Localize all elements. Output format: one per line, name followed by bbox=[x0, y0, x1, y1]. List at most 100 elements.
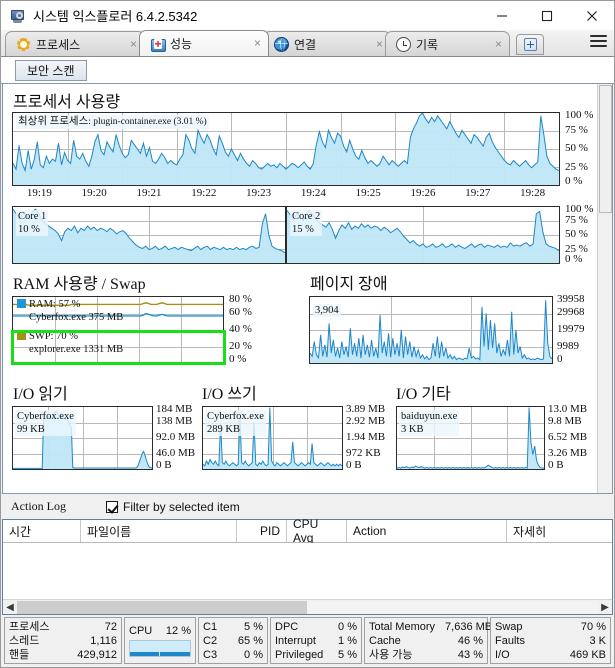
y-tick-label: 0 B bbox=[346, 459, 362, 471]
status-key: Total Memory bbox=[369, 620, 436, 633]
action-log-horizontal-scrollbar[interactable]: ◀ ▶ bbox=[3, 599, 612, 614]
y-tick-label: 13.0 MB bbox=[548, 403, 588, 415]
filter-checkbox[interactable] bbox=[106, 500, 118, 513]
x-tick-label: 19:28 bbox=[520, 187, 546, 199]
io-read-chart[interactable]: Cyberfox.exe 99 KB bbox=[12, 406, 153, 470]
column-header-time[interactable]: 시간 bbox=[3, 520, 81, 542]
io-write-process: Cyberfox.exe bbox=[207, 411, 264, 422]
x-tick-label: 19:20 bbox=[81, 187, 107, 199]
performance-content: 프로세서 사용량 최상위 프로세스: plugin-container.exe … bbox=[3, 84, 597, 493]
core-2-chart[interactable]: Core 2 15 % bbox=[286, 206, 560, 264]
status-value: 429,912 bbox=[77, 648, 117, 661]
io-write-chart[interactable]: Cyberfox.exe 289 KB bbox=[202, 406, 343, 470]
core-2-label: Core 2 bbox=[292, 211, 321, 222]
x-tick-label: 19:21 bbox=[136, 187, 162, 199]
status-value: 5 % bbox=[244, 620, 263, 633]
close-button[interactable] bbox=[569, 1, 614, 30]
minimize-button[interactable] bbox=[479, 1, 524, 30]
tab-history[interactable]: 기록 × bbox=[385, 31, 510, 56]
tab-close-icon[interactable]: × bbox=[254, 36, 261, 50]
status-value: 5 % bbox=[338, 648, 357, 661]
tab-label: 기록 bbox=[416, 37, 439, 52]
io-other-process: baiduyun.exe bbox=[401, 411, 458, 422]
core-1-note: Core 1 10 % bbox=[16, 210, 49, 237]
status-value: 0 % bbox=[338, 620, 357, 633]
status-value: 1 % bbox=[338, 634, 357, 647]
io-write-value: 289 KB bbox=[207, 424, 240, 436]
y-tick-label: 100 % bbox=[565, 109, 594, 121]
status-value: 7,636 MB bbox=[445, 620, 493, 633]
y-tick-label: 9.8 MB bbox=[548, 415, 582, 427]
io-other-chart[interactable]: baiduyun.exe 3 KB bbox=[396, 406, 545, 470]
core-1-chart[interactable]: Core 1 10 % bbox=[12, 206, 286, 264]
scroll-left-icon[interactable]: ◀ bbox=[3, 602, 17, 613]
status-group-processes: 프로세스 72 스레드 1,116 핸들 429,912 bbox=[4, 617, 122, 664]
hscroll-track[interactable] bbox=[17, 600, 598, 614]
status-group-swap-io: Swap 70 % Faults 3 K I/O 469 KB bbox=[490, 617, 611, 664]
ram-swap-chart[interactable]: RAM: 57 % Cyberfox.exe 375 MB SWP: 70 % … bbox=[12, 296, 224, 364]
status-value: 12 % bbox=[165, 625, 191, 637]
status-group-memory: Total Memory 7,636 MB Cache 46 % 사용 가능 43 % bbox=[364, 617, 492, 664]
tab-processes[interactable]: 프로세스 × bbox=[5, 31, 145, 56]
y-tick-label: 75 % bbox=[565, 123, 588, 136]
x-tick-label: 19:19 bbox=[26, 187, 52, 199]
status-row: CPU 12 % bbox=[129, 624, 191, 638]
status-group-cpu: CPU 12 % bbox=[124, 617, 196, 664]
y-tick-label: 3.89 MB bbox=[346, 403, 386, 415]
tab-performance[interactable]: 성능 × bbox=[139, 30, 269, 56]
column-header-filename[interactable]: 파일이름 bbox=[81, 520, 237, 542]
scrollbar-thumb[interactable] bbox=[599, 85, 612, 213]
y-tick-label: 75 % bbox=[565, 213, 588, 226]
scroll-right-icon[interactable]: ▶ bbox=[598, 602, 612, 613]
y-tick-label: 9989 bbox=[557, 340, 579, 352]
status-row: Total Memory 7,636 MB bbox=[369, 620, 492, 634]
column-header-action[interactable]: Action bbox=[347, 520, 507, 542]
status-key: 프로세스 bbox=[9, 620, 50, 633]
tab-close-icon[interactable]: × bbox=[130, 37, 137, 51]
io-write-note: Cyberfox.exe 289 KB bbox=[205, 410, 266, 437]
processor-usage-chart[interactable]: 최상위 프로세스: plugin-container.exe (3.01 %) bbox=[12, 112, 560, 186]
status-row: Faults 3 K bbox=[495, 634, 606, 648]
tab-close-icon[interactable]: × bbox=[495, 37, 502, 51]
processor-usage-note: 최상위 프로세스: plugin-container.exe (3.01 %) bbox=[16, 115, 209, 129]
y-tick-label: 1.94 MB bbox=[346, 431, 386, 443]
security-scan-button[interactable]: 보안 스캔 bbox=[15, 59, 87, 81]
hscroll-thumb[interactable] bbox=[17, 600, 307, 614]
y-tick-label: 25 % bbox=[565, 160, 588, 173]
y-tick-label: 50 % bbox=[565, 142, 588, 154]
y-tick-label: 6.52 MB bbox=[548, 431, 588, 443]
status-value: 46 % bbox=[457, 634, 483, 647]
page-faults-title: 페이지 장애 bbox=[310, 276, 388, 293]
y-tick-label: 3.26 MB bbox=[548, 447, 588, 459]
tab-connections[interactable]: 연결 × bbox=[263, 31, 391, 56]
action-log-header-row: 시간 파일이름 PID CPU Avg Action 자세히 bbox=[3, 517, 612, 545]
y-tick-label: 0 bbox=[557, 353, 563, 365]
status-value: 72 bbox=[104, 620, 117, 633]
column-header-cpu-avg[interactable]: CPU Avg bbox=[287, 517, 347, 545]
ram-swap-title: RAM 사용량 / Swap bbox=[13, 276, 146, 293]
page-faults-chart[interactable]: 3,904 bbox=[309, 296, 553, 364]
hamburger-menu-icon[interactable] bbox=[590, 35, 607, 50]
status-row: 스레드 1,116 bbox=[9, 634, 117, 648]
column-header-details[interactable]: 자세히 bbox=[507, 520, 612, 542]
status-row: Swap 70 % bbox=[495, 620, 606, 634]
y-tick-label: 184 MB bbox=[156, 403, 193, 415]
io-read-process: Cyberfox.exe bbox=[17, 411, 74, 422]
core-2-value: 15 % bbox=[292, 224, 314, 236]
core-1-value: 10 % bbox=[18, 224, 40, 236]
processor-usage-title: 프로세서 사용량 bbox=[13, 94, 121, 111]
tab-close-icon[interactable]: × bbox=[376, 37, 383, 51]
tab-label: 성능 bbox=[170, 37, 193, 51]
status-group-kernel: DPC 0 % Interrupt 1 % Privileged 5 % bbox=[270, 617, 362, 664]
maximize-button[interactable] bbox=[524, 1, 569, 30]
status-value: 70 % bbox=[580, 620, 606, 633]
y-tick-label: 2.92 MB bbox=[346, 415, 386, 427]
column-header-pid[interactable]: PID bbox=[237, 520, 287, 542]
status-row: Cache 46 % bbox=[369, 634, 483, 648]
action-log-panel: Action Log Filter by selected item 시간 파일… bbox=[2, 494, 613, 615]
action-log-title: Action Log bbox=[11, 499, 66, 513]
new-tab-button[interactable] bbox=[516, 34, 544, 55]
status-row: DPC 0 % bbox=[275, 620, 357, 634]
performance-vertical-scrollbar[interactable] bbox=[597, 84, 612, 493]
core-2-note: Core 2 15 % bbox=[290, 210, 323, 237]
